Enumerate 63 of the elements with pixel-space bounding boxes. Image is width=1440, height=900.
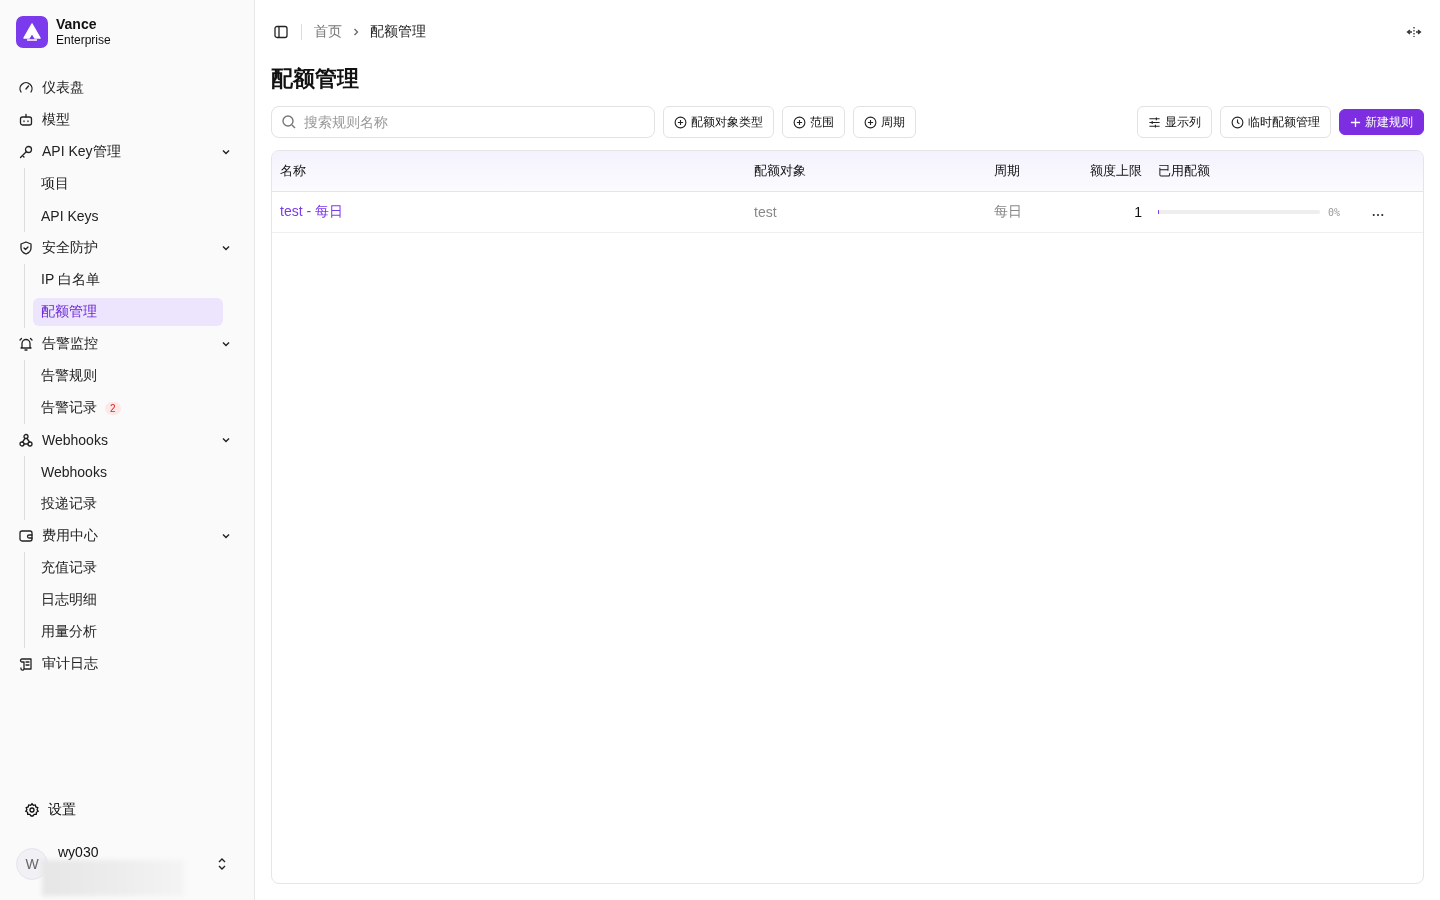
page-title: 配额管理	[271, 65, 360, 93]
nav-subitem[interactable]: IP 白名单	[33, 266, 223, 294]
table-cell-text: 1	[1133, 204, 1143, 220]
nav-item[interactable]: 安全防护	[16, 232, 238, 264]
column-header: 已用配额	[1158, 162, 1211, 180]
chevrons-icon[interactable]	[216, 856, 228, 872]
columns-button[interactable]: 显示列	[1137, 106, 1212, 138]
column-header: 周期	[994, 162, 1021, 180]
nav-subitem[interactable]: 告警记录 2	[33, 394, 223, 422]
nav-subitem[interactable]: Webhooks	[33, 458, 223, 486]
settings-link[interactable]: 设置	[16, 794, 238, 826]
filter-button[interactable]: 范围	[782, 106, 845, 138]
nav-subitem[interactable]: API Keys	[33, 202, 223, 230]
nav-subitem[interactable]: 日志明细	[33, 586, 223, 614]
filter-button[interactable]: 周期	[853, 106, 916, 138]
nav-subitem[interactable]: 项目	[33, 170, 223, 198]
new-rule-button[interactable]: 新建规则	[1339, 109, 1424, 135]
breadcrumb-item: 配额管理	[370, 23, 426, 41]
usage-percent: 0%	[1328, 206, 1341, 218]
plus-circle-icon	[793, 115, 806, 129]
key-icon	[18, 144, 34, 160]
settings-icon	[24, 802, 40, 818]
nav-item[interactable]: API Key管理	[16, 136, 238, 168]
plus-icon	[1350, 116, 1361, 128]
filter-button[interactable]: 配额对象类型	[663, 106, 774, 138]
plus-circle-icon	[864, 115, 877, 129]
nav-subitem[interactable]: 充值记录	[33, 554, 223, 582]
shield-icon	[18, 240, 34, 256]
logo-icon	[16, 16, 48, 48]
move-icon[interactable]	[1406, 24, 1422, 40]
plus-circle-icon	[674, 115, 687, 129]
user-name: wy030	[58, 844, 100, 860]
column-header: 配额对象	[754, 162, 807, 180]
breadcrumb-item[interactable]: 首页	[314, 23, 342, 41]
bot-icon	[18, 112, 34, 128]
column-header: 额度上限	[1089, 162, 1143, 180]
nav-item[interactable]: 费用中心	[16, 520, 238, 552]
nav-subitem[interactable]: 投递记录	[33, 490, 223, 518]
nav-subitem[interactable]: 用量分析	[33, 618, 223, 646]
scroll-icon	[18, 656, 34, 672]
column-header: 名称	[280, 162, 307, 180]
table-cell-text: 每日	[994, 203, 1023, 221]
webhook-icon	[18, 432, 34, 448]
nav-subitem[interactable]: 告警规则	[33, 362, 223, 390]
rule-name-link[interactable]: test - 每日	[280, 203, 343, 219]
nav-item[interactable]: 模型	[16, 104, 238, 136]
nav-item[interactable]: Webhooks	[16, 424, 238, 456]
sliders-icon	[1148, 115, 1161, 129]
search-field[interactable]: 搜索规则名称	[271, 106, 655, 138]
nav-item[interactable]: 仪表盘	[16, 72, 238, 104]
table-cell-text: test	[754, 204, 778, 220]
brand-subtitle: Enterprise	[56, 32, 111, 48]
nav-subitem[interactable]: 配额管理	[33, 298, 223, 326]
nav-item[interactable]: 审计日志	[16, 648, 238, 680]
wallet-icon	[18, 528, 34, 544]
temp-quota-button[interactable]: 临时配额管理	[1220, 106, 1331, 138]
brand-name: Vance	[56, 16, 98, 32]
count-badge: 2	[105, 401, 121, 415]
clock-icon	[1231, 115, 1244, 129]
more-icon[interactable]	[1372, 213, 1384, 217]
nav-item[interactable]: 告警监控	[16, 328, 238, 360]
bell-icon	[18, 336, 34, 352]
sidebar-toggle-icon[interactable]	[273, 24, 289, 40]
